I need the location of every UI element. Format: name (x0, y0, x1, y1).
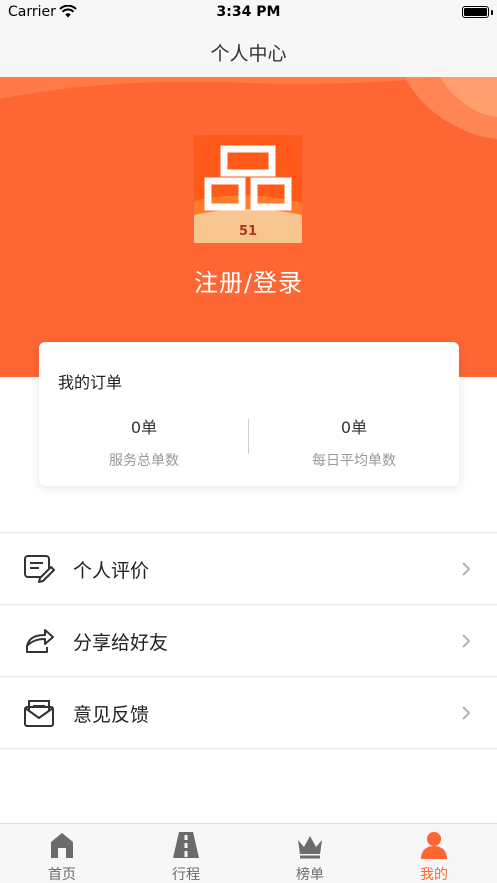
navigation-bar: 个人中心 (0, 26, 497, 78)
chevron-right-icon (462, 706, 471, 720)
feedback-mail-icon (24, 700, 54, 727)
my-orders-card[interactable]: 我的订单 0单 服务总单数 0单 每日平均单数 (39, 342, 459, 486)
total-orders-stat: 0单 服务总单数 (39, 414, 249, 470)
battery-tip (491, 10, 493, 15)
page-title: 个人中心 (210, 43, 287, 65)
logo-text: 51 (239, 224, 257, 239)
menu-item-feedback[interactable]: 意见反馈 (0, 677, 497, 749)
menu-label-share: 分享给好友 (73, 632, 169, 654)
road-icon (173, 832, 199, 858)
tab-label-trips: 行程 (172, 867, 200, 883)
register-login-link[interactable]: 注册/登录 (0, 263, 497, 298)
tab-home[interactable]: 首页 (0, 824, 124, 883)
daily-average-stat: 0单 每日平均单数 (249, 414, 459, 470)
review-edit-icon (24, 555, 55, 583)
chevron-right-icon (462, 634, 471, 648)
battery-icon (462, 6, 489, 18)
tab-trips[interactable]: 行程 (124, 824, 248, 883)
tab-label-rankings: 榜单 (296, 867, 324, 883)
status-bar: Carrier 3:34 PM (0, 0, 497, 26)
menu-label-reviews: 个人评价 (73, 560, 150, 582)
daily-average-label: 每日平均单数 (312, 453, 396, 469)
tab-label-mine: 我的 (420, 867, 448, 883)
user-icon (421, 832, 447, 859)
menu-item-reviews[interactable]: 个人评价 (0, 533, 497, 605)
menu-label-feedback: 意见反馈 (73, 704, 150, 726)
share-icon (26, 629, 54, 653)
profile-header: 51 注册/登录 (0, 77, 497, 377)
settings-menu: 个人评价 分享给好友 意见反馈 (0, 532, 497, 749)
crown-icon (298, 836, 322, 859)
tab-bar: 首页 行程 榜单 我的 (0, 823, 497, 883)
tab-rankings[interactable]: 榜单 (248, 824, 372, 883)
total-orders-value: 0单 (130, 418, 158, 437)
total-orders-label: 服务总单数 (109, 453, 179, 469)
tab-mine[interactable]: 我的 (372, 824, 496, 883)
daily-average-value: 0单 (340, 418, 368, 437)
clock: 3:34 PM (216, 4, 281, 20)
tab-label-home: 首页 (48, 867, 76, 883)
menu-item-share[interactable]: 分享给好友 (0, 605, 497, 677)
chevron-right-icon (462, 562, 471, 576)
my-orders-title: 我的订单 (58, 373, 123, 392)
app-logo[interactable]: 51 (194, 135, 302, 243)
home-icon (51, 833, 73, 858)
